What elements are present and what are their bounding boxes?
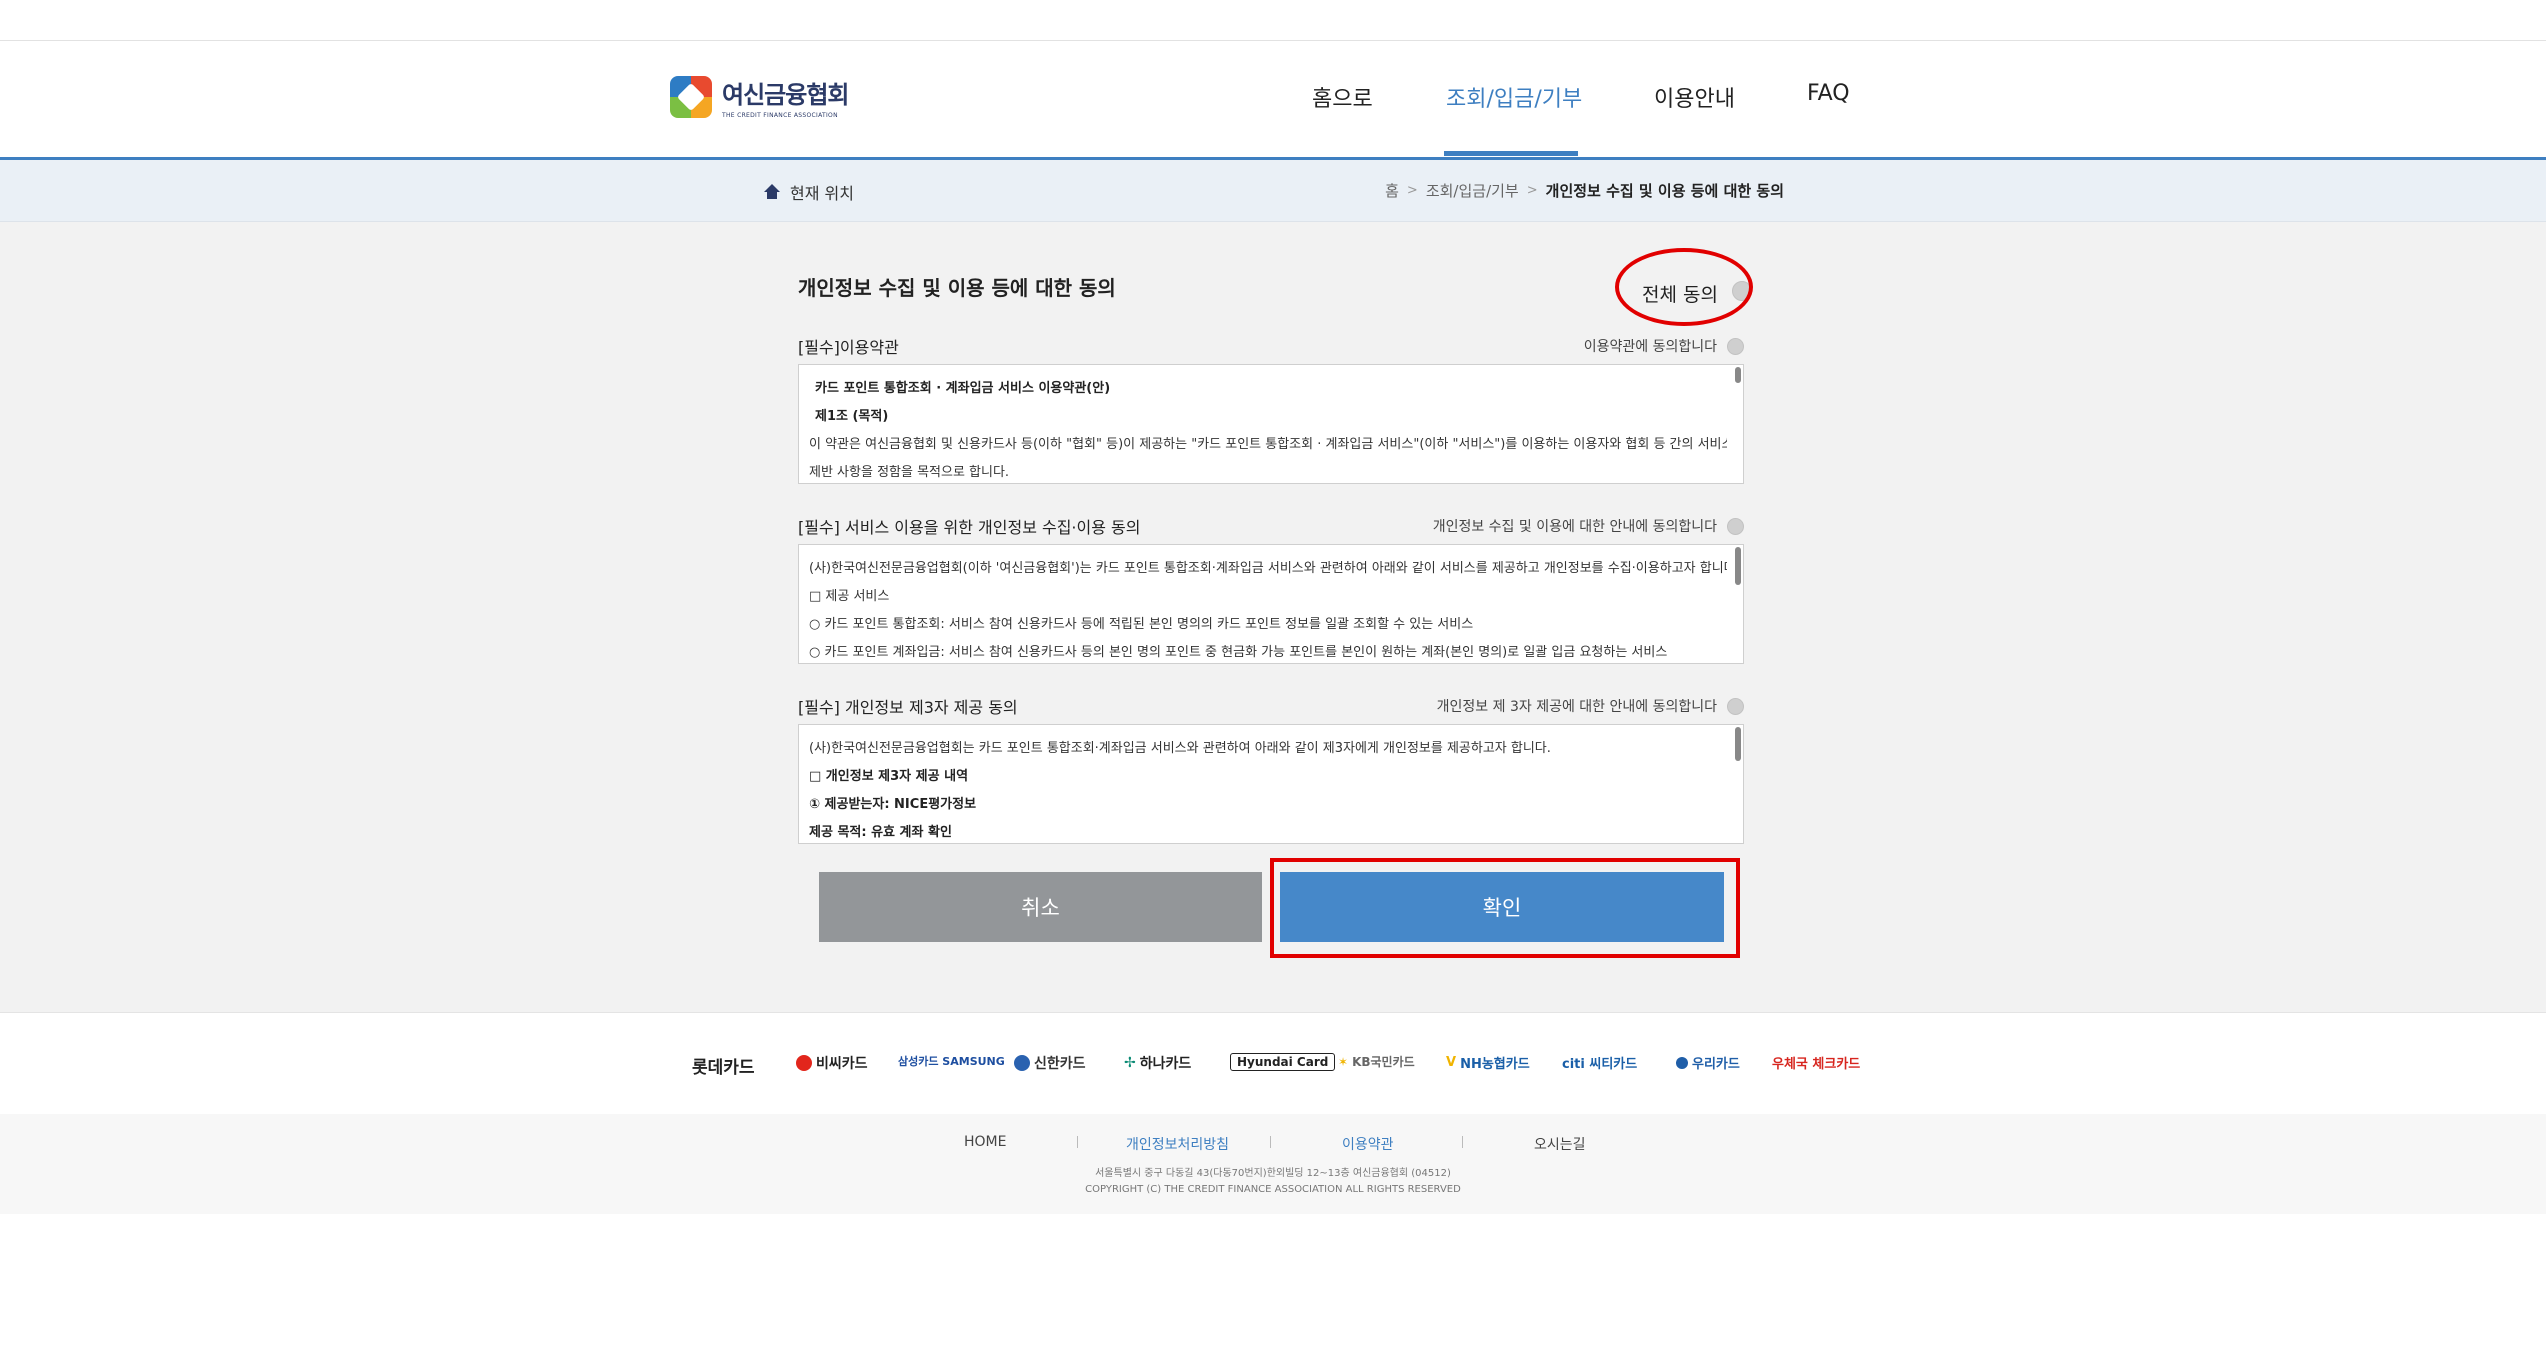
partner-samsung-card[interactable]: 삼성카드 SAMSUNG (898, 1053, 1005, 1069)
terms-block: [필수]이용약관 이용약관에 동의합니다 카드 포인트 통합조회 · 계좌입금 … (798, 334, 1744, 484)
partner-shinhan-card[interactable]: 신한카드 (1014, 1053, 1086, 1073)
term-line: ① 제공받는자: NICE평가정보 (809, 797, 977, 812)
footer-link-home[interactable]: HOME (964, 1134, 1006, 1150)
nav-home[interactable]: 홈으로 (1312, 81, 1373, 113)
footer-links: HOME 개인정보처리방침 이용약관 오시는길 (0, 1134, 2546, 1158)
privacy-collection-agree-toggle[interactable]: 개인정보 수집 및 이용에 대한 안내에 동의합니다 (1433, 516, 1744, 536)
term-line: □ 개인정보 제3자 제공 내역 (809, 769, 969, 784)
term-line: 카드 포인트 통합조회 · 계좌입금 서비스 이용약관(안) (815, 381, 1111, 396)
scrollbar-thumb[interactable] (1735, 547, 1741, 585)
third-party-block: [필수] 개인정보 제3자 제공 동의 개인정보 제 3자 제공에 대한 안내에… (798, 694, 1744, 844)
third-party-agree-radio[interactable] (1727, 697, 1744, 715)
term-line: (사)한국여신전문금융업협회(이하 '여신금융협회')는 카드 포인트 통합조회… (809, 561, 1727, 576)
third-party-title: [필수] 개인정보 제3자 제공 동의 (798, 698, 1018, 717)
terms-title: [필수]이용약관 (798, 338, 899, 357)
term-line: ○ 카드 포인트 통합조회: 서비스 참여 신용카드사 등에 적립된 본인 명의… (809, 617, 1474, 632)
terms-agree-label: 이용약관에 동의합니다 (1583, 339, 1717, 355)
partner-woori-card[interactable]: 우리카드 (1676, 1053, 1740, 1072)
consent-section: 개인정보 수집 및 이용 등에 대한 동의 전체 동의 [필수]이용약관 이용약… (0, 222, 2546, 1012)
scrollbar-thumb[interactable] (1735, 727, 1741, 761)
page-title: 개인정보 수집 및 이용 등에 대한 동의 (798, 276, 1116, 300)
annotation-circle (1615, 248, 1753, 326)
term-line: ○ 카드 포인트 계좌입금: 서비스 참여 신용카드사 등의 본인 명의 포인트… (809, 645, 1668, 660)
privacy-collection-agree-radio[interactable] (1727, 517, 1744, 535)
breadcrumb-bar: 현재 위치 홈 > 조회/입금/기부 > 개인정보 수집 및 이용 등에 대한 … (0, 160, 2546, 222)
kb-logo-icon: ✶ (1338, 1054, 1349, 1069)
partner-bc-card[interactable]: 비씨카드 (796, 1053, 868, 1073)
nh-logo-icon: V (1446, 1055, 1457, 1070)
scrollbar-thumb[interactable] (1735, 367, 1741, 383)
breadcrumb: 홈 > 조회/입금/기부 > 개인정보 수집 및 이용 등에 대한 동의 (1385, 180, 1784, 201)
partner-epost-check-card[interactable]: 우체국 체크카드 (1772, 1053, 1860, 1072)
term-line: 이 약관은 여신금융협회 및 신용카드사 등(이하 "협회" 등)이 제공하는 … (809, 437, 1727, 452)
third-party-agree-label: 개인정보 제 3자 제공에 대한 안내에 동의합니다 (1436, 699, 1717, 715)
footer-divider (1077, 1136, 1078, 1148)
terms-agree-toggle[interactable]: 이용약관에 동의합니다 (1584, 336, 1744, 356)
home-icon (764, 184, 780, 200)
footer-copyright: COPYRIGHT (C) THE CREDIT FINANCE ASSOCIA… (1085, 1184, 1461, 1195)
privacy-collection-title: [필수] 서비스 이용을 위한 개인정보 수집·이용 동의 (798, 518, 1141, 537)
third-party-agree-toggle[interactable]: 개인정보 제 3자 제공에 대한 안내에 동의합니다 (1437, 696, 1744, 716)
bc-logo-icon (796, 1055, 812, 1071)
partner-hana-card[interactable]: ✢ 하나카드 (1124, 1053, 1191, 1073)
privacy-collection-agree-label: 개인정보 수집 및 이용에 대한 안내에 동의합니다 (1432, 519, 1717, 535)
site-footer: HOME 개인정보처리방침 이용약관 오시는길 서울특별시 중구 다동길 43(… (0, 1114, 2546, 1214)
partner-citi-card[interactable]: citi 씨티카드 (1562, 1053, 1637, 1072)
current-location-label: 현재 위치 (790, 184, 854, 203)
breadcrumb-current: 개인정보 수집 및 이용 등에 대한 동의 (1545, 182, 1784, 200)
footer-address: 서울특별시 중구 다동길 43(다동70번지)한외빌딩 12~13층 여신금융협… (1095, 1168, 1451, 1179)
woori-logo-icon (1676, 1056, 1688, 1069)
partner-lotte-card[interactable]: 롯데카드 (692, 1053, 755, 1078)
term-line: □ 제공 서비스 (809, 589, 890, 604)
breadcrumb-inquiry[interactable]: 조회/입금/기부 (1426, 180, 1519, 201)
main-nav: 홈으로 조회/입금/기부 이용안내 FAQ (0, 41, 2546, 157)
footer-divider (1270, 1136, 1271, 1148)
partner-logos: 롯데카드 비씨카드 삼성카드 SAMSUNG 신한카드 ✢ 하나카드 Hyunda… (0, 1012, 2546, 1114)
partner-kb-card[interactable]: ✶ KB국민카드 (1338, 1053, 1415, 1070)
annotation-rectangle (1270, 858, 1740, 958)
nav-active-indicator (1444, 151, 1578, 156)
term-line: 제1조 (목적) (815, 409, 889, 424)
term-line: 제반 사항을 정함을 목적으로 합니다. (809, 465, 1010, 480)
nav-inquiry-deposit-donation[interactable]: 조회/입금/기부 (1446, 81, 1582, 113)
third-party-text-box[interactable]: (사)한국여신전문금융업협회는 카드 포인트 통합조회·계좌입금 서비스와 관련… (798, 724, 1744, 844)
shinhan-logo-icon (1014, 1055, 1030, 1071)
chevron-right-icon: > (1526, 183, 1538, 198)
nav-faq[interactable]: FAQ (1807, 81, 1850, 106)
privacy-collection-text-box[interactable]: (사)한국여신전문금융업협회(이하 '여신금융협회')는 카드 포인트 통합조회… (798, 544, 1744, 664)
privacy-collection-block: [필수] 서비스 이용을 위한 개인정보 수집·이용 동의 개인정보 수집 및 … (798, 514, 1744, 664)
hana-logo-icon: ✢ (1124, 1055, 1136, 1071)
footer-link-directions[interactable]: 오시는길 (1534, 1134, 1586, 1154)
footer-link-terms[interactable]: 이용약관 (1342, 1134, 1394, 1154)
partner-hyundai-card[interactable]: Hyundai Card (1230, 1053, 1336, 1071)
chevron-right-icon: > (1406, 183, 1418, 198)
partner-nh-card[interactable]: V NH농협카드 (1446, 1053, 1530, 1072)
terms-agree-radio[interactable] (1727, 337, 1744, 355)
cancel-button[interactable]: 취소 (819, 872, 1262, 942)
terms-text-box[interactable]: 카드 포인트 통합조회 · 계좌입금 서비스 이용약관(안) 제1조 (목적) … (798, 364, 1744, 484)
nav-guide[interactable]: 이용안내 (1654, 81, 1735, 113)
term-line: (사)한국여신전문금융업협회는 카드 포인트 통합조회·계좌입금 서비스와 관련… (809, 741, 1551, 756)
footer-link-privacy-policy[interactable]: 개인정보처리방침 (1126, 1134, 1229, 1154)
term-line: 제공 목적: 유효 계좌 확인 (809, 825, 952, 840)
breadcrumb-home[interactable]: 홈 (1385, 180, 1399, 201)
footer-divider (1462, 1136, 1463, 1148)
site-header: 여신금융협회 THE CREDIT FINANCE ASSOCIATION 홈으… (0, 41, 2546, 157)
